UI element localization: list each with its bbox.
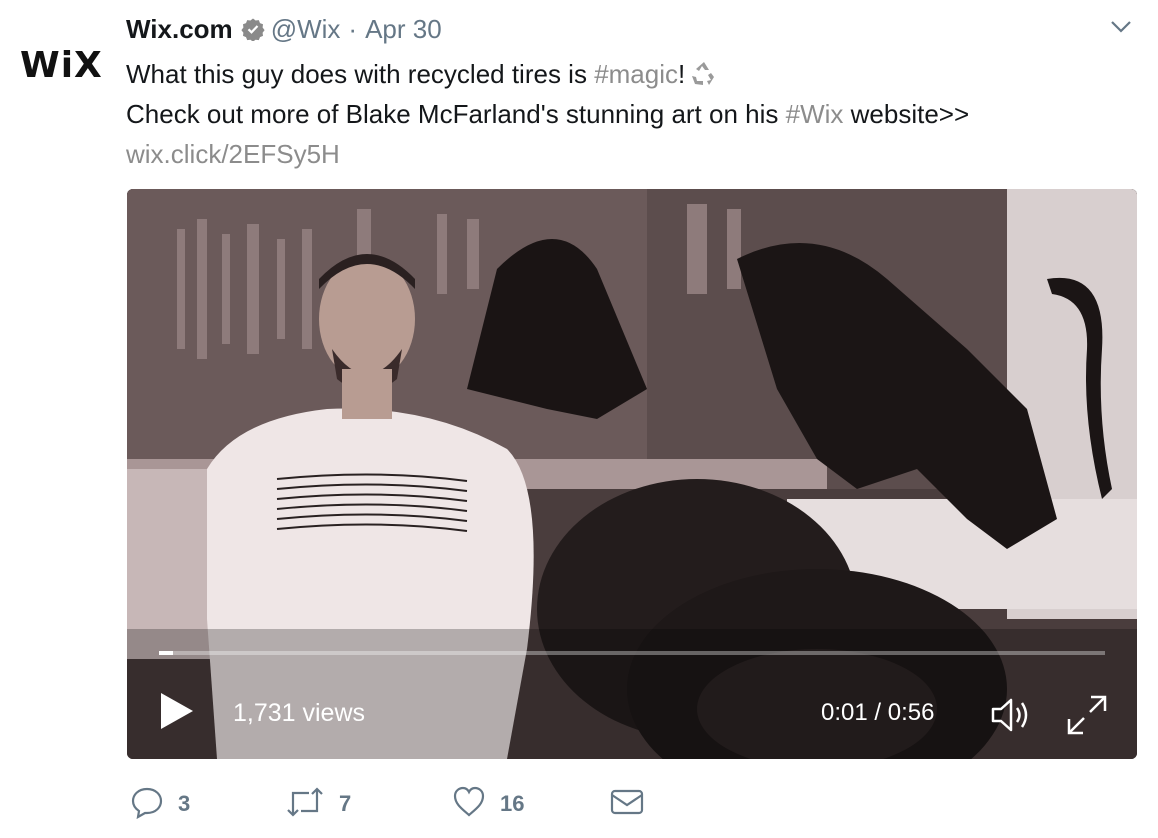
avatar[interactable]: WiX <box>20 46 102 86</box>
hashtag-wix[interactable]: #Wix <box>786 94 844 134</box>
tweet-header: Wix.com @Wix · Apr 30 <box>126 12 442 46</box>
hashtag-magic[interactable]: #magic <box>594 54 678 94</box>
text-segment: Check out more of Blake McFarland's stun… <box>126 99 786 129</box>
dm-button[interactable] <box>610 786 644 822</box>
video-progress-bar[interactable] <box>159 651 1105 655</box>
caret-down-icon[interactable] <box>1110 20 1132 39</box>
recycle-icon <box>689 59 719 89</box>
author-handle[interactable]: @Wix <box>271 14 341 45</box>
video-player[interactable]: 1,731 views 0:01 / 0:56 <box>127 189 1137 759</box>
video-frame <box>127 189 1137 759</box>
retweet-icon <box>285 785 325 824</box>
tweet-link[interactable]: wix.click/2EFSy5H <box>126 134 340 174</box>
view-count: 1,731 views <box>233 699 366 727</box>
play-icon[interactable] <box>159 691 195 736</box>
fullscreen-icon[interactable] <box>1065 693 1109 742</box>
reply-count: 3 <box>178 791 191 816</box>
text-segment: What this guy does with recycled tires i… <box>126 59 595 89</box>
tweet-line-1: What this guy does with recycled tires i… <box>126 54 1126 94</box>
separator: · <box>348 13 358 44</box>
author-name[interactable]: Wix.com <box>126 14 233 45</box>
video-timecode: 0:01 / 0:56 <box>821 699 935 726</box>
retweet-count: 7 <box>339 791 352 816</box>
retweet-button[interactable]: 7 <box>285 786 351 822</box>
video-progress-fill <box>159 651 174 655</box>
tweet-line-2: Check out more of Blake McFarland's stun… <box>126 94 1126 134</box>
like-button[interactable]: 16 <box>452 786 524 822</box>
reply-button[interactable]: 3 <box>130 786 190 822</box>
like-count: 16 <box>500 791 525 816</box>
tweet-line-3: wix.click/2EFSy5H <box>126 134 1126 174</box>
reply-icon <box>130 785 164 824</box>
tweet-text: What this guy does with recycled tires i… <box>126 54 1126 174</box>
volume-icon[interactable] <box>989 695 1037 740</box>
like-icon <box>452 785 486 824</box>
dm-icon <box>610 785 644 824</box>
tweet-actions: 3 7 16 <box>130 786 730 822</box>
text-segment: website>> <box>843 99 970 129</box>
tweet-date[interactable]: Apr 30 <box>365 14 442 45</box>
verified-icon <box>241 17 265 41</box>
text-segment: ! <box>678 59 686 89</box>
